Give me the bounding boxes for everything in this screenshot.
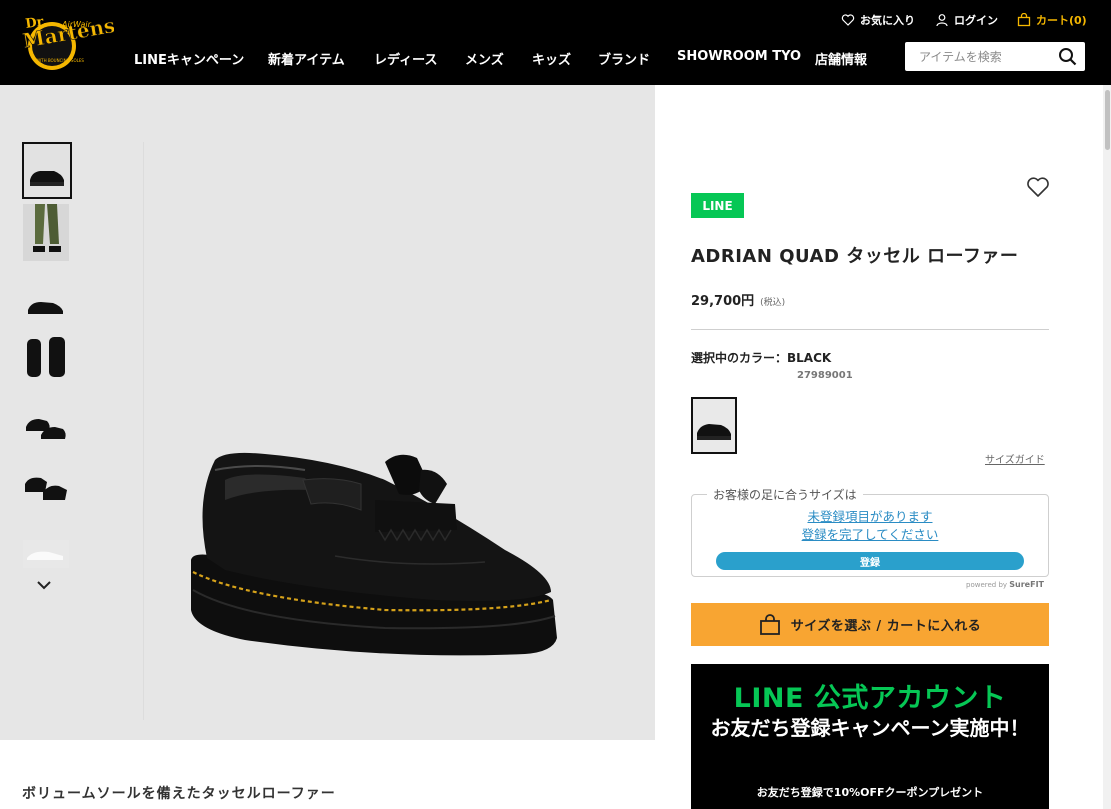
- thumbnail-3[interactable]: [23, 290, 69, 320]
- line-banner-title: LINE 公式アカウント: [733, 683, 1007, 714]
- model-legs-thumbnail-image: [23, 204, 69, 261]
- nav-line-campaign[interactable]: LINEキャンペーン: [134, 49, 244, 68]
- thumbnail-2[interactable]: [23, 204, 69, 261]
- line-badge: LINE: [691, 193, 744, 218]
- surefit-powered-by: powered by SureFIT: [966, 580, 1044, 589]
- add-to-cart-label: サイズを選ぶ / カートに入れる: [790, 619, 982, 634]
- product-tagline: ボリュームソールを備えたタッセルローファー: [22, 786, 336, 802]
- line-banner-subtitle: お友だち登録キャンペーン実施中！: [710, 716, 1030, 740]
- scrollbar-thumb[interactable]: [1105, 90, 1110, 150]
- chevron-down-icon[interactable]: [34, 576, 54, 596]
- color-swatch-black[interactable]: [691, 397, 737, 454]
- line-campaign-banner[interactable]: LINE 公式アカウント お友だち登録キャンペーン実施中！ お友だち登録で10%…: [691, 664, 1049, 809]
- nav-showroom[interactable]: SHOWROOM TYO: [677, 49, 801, 64]
- thumbnail-6[interactable]: [23, 466, 69, 508]
- brand-logo[interactable]: Dr. Martens AirWair WITH BOUNCING SOLES: [20, 12, 117, 72]
- surefit-unregistered-link[interactable]: 未登録項目があります: [691, 506, 1049, 525]
- thumbnail-1[interactable]: [22, 142, 72, 199]
- svg-text:AirWair: AirWair: [61, 20, 92, 29]
- thumbnail-7[interactable]: [23, 540, 69, 568]
- cart-label: カート(0): [1036, 14, 1087, 27]
- main-product-image[interactable]: [185, 440, 565, 670]
- line-banner-note: お友だち登録で10%OFFクーポンプレゼント: [756, 786, 984, 799]
- powered-prefix: powered by: [966, 581, 1008, 589]
- search-box: [905, 42, 1085, 71]
- divider: [691, 329, 1049, 330]
- nav-store-info[interactable]: 店舗情報: [815, 49, 867, 68]
- favorite-heart-icon[interactable]: [1026, 176, 1050, 198]
- add-to-cart-button[interactable]: サイズを選ぶ / カートに入れる: [691, 603, 1049, 646]
- tax-note: (税込): [760, 298, 786, 308]
- page-scrollbar[interactable]: [1103, 85, 1111, 809]
- powered-brand: SureFIT: [1009, 580, 1045, 589]
- thumbnail-4[interactable]: [23, 333, 69, 381]
- favorites-link[interactable]: お気に入り: [841, 12, 915, 28]
- product-price: 29,700円 (税込): [691, 290, 785, 309]
- heart-icon: [841, 14, 855, 26]
- site-header: Dr. Martens AirWair WITH BOUNCING SOLES …: [0, 0, 1111, 85]
- size-guide-link[interactable]: サイズガイド: [985, 451, 1045, 466]
- nav-new-arrivals[interactable]: 新着アイテム: [268, 49, 345, 68]
- cart-link[interactable]: カート(0): [1017, 12, 1087, 28]
- product-sku: 27989001: [797, 370, 853, 381]
- loafer-sole-thumbnail-image: [23, 540, 69, 568]
- nav-ladies[interactable]: レディース: [374, 49, 437, 68]
- search-input[interactable]: [905, 42, 1055, 71]
- loafer-small-thumbnail-image: [23, 290, 69, 320]
- shopping-bag-icon: [759, 613, 780, 635]
- loafer-pair-front-thumbnail-image: [23, 333, 69, 381]
- product-title: ADRIAN QUAD タッセル ローファー: [691, 246, 1019, 267]
- selected-color-label: 選択中のカラー：BLACK: [691, 351, 832, 365]
- surefit-legend: お客様の足に合うサイズは: [707, 486, 863, 503]
- favorites-label: お気に入り: [860, 14, 915, 27]
- nav-kids[interactable]: キッズ: [532, 49, 571, 68]
- swatch-loafer-image: [693, 399, 735, 452]
- loafer-thumbnail-image: [24, 144, 70, 197]
- cart-bag-icon: [1017, 13, 1031, 27]
- loafer-pair-angle-thumbnail-image: [23, 405, 69, 445]
- price-value: 29,700円: [691, 294, 755, 309]
- surefit-complete-link[interactable]: 登録を完了してください: [691, 524, 1049, 543]
- svg-text:WITH BOUNCING SOLES: WITH BOUNCING SOLES: [36, 58, 84, 63]
- login-link[interactable]: ログイン: [935, 12, 998, 28]
- nav-mens[interactable]: メンズ: [465, 49, 504, 68]
- login-label: ログイン: [954, 14, 998, 27]
- loafer-pair-top-thumbnail-image: [23, 466, 69, 508]
- search-icon[interactable]: [1058, 47, 1077, 66]
- surefit-register-button[interactable]: 登録: [716, 552, 1024, 570]
- user-icon: [936, 14, 948, 27]
- thumbnail-5[interactable]: [23, 405, 69, 445]
- nav-brand[interactable]: ブランド: [598, 49, 650, 68]
